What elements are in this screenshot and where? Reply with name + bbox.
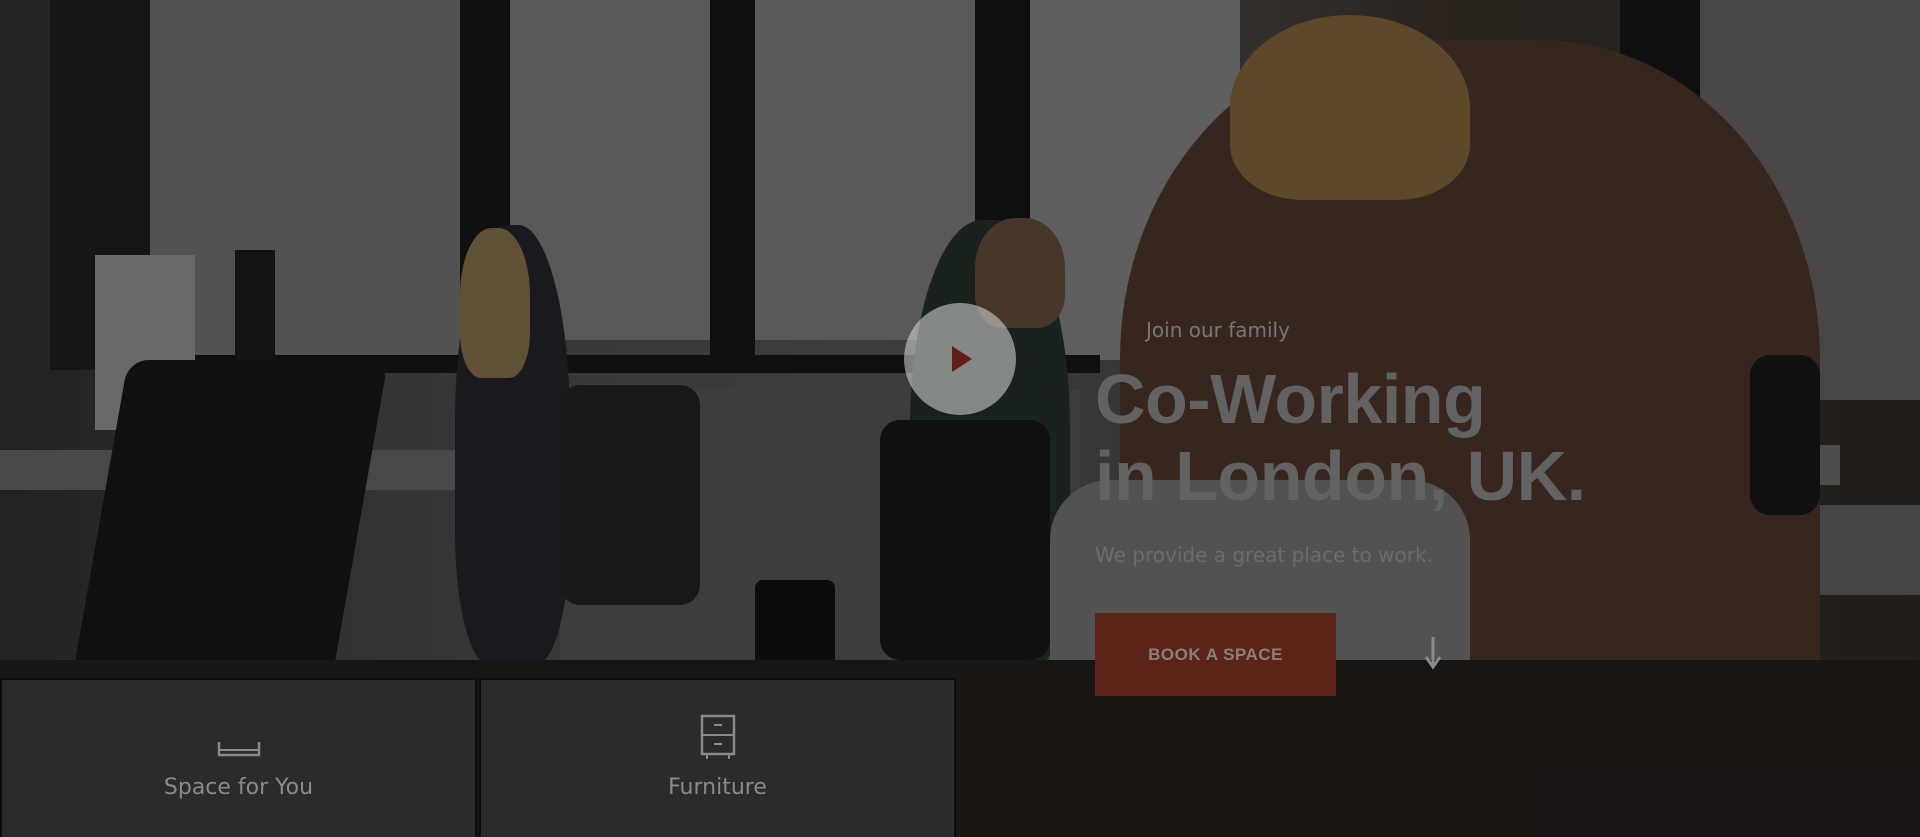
book-a-space-button[interactable]: BOOK A SPACE [1095,613,1336,696]
hero-headline-line-2: in London, UK. [1095,437,1586,515]
hero-subtext: We provide a great place to work. [1095,543,1433,567]
play-video-button[interactable] [904,303,1016,415]
feature-tile-furniture[interactable]: Furniture [479,678,956,837]
hero-headline-line-1: Co-Working [1095,360,1486,438]
play-icon [952,346,972,372]
bed-icon [217,742,260,757]
feature-tile-space[interactable]: Space for You [0,678,477,837]
feature-label: Space for You [163,775,314,800]
cabinet-icon [700,714,735,759]
hero-headline: Co-Working in London, UK. [1095,361,1586,515]
feature-label: Furniture [668,775,767,800]
feature-tiles: Space for You Furniture [0,678,958,837]
hero-eyebrow: Join our family [1146,318,1290,342]
arrow-down-icon[interactable] [1423,635,1443,671]
